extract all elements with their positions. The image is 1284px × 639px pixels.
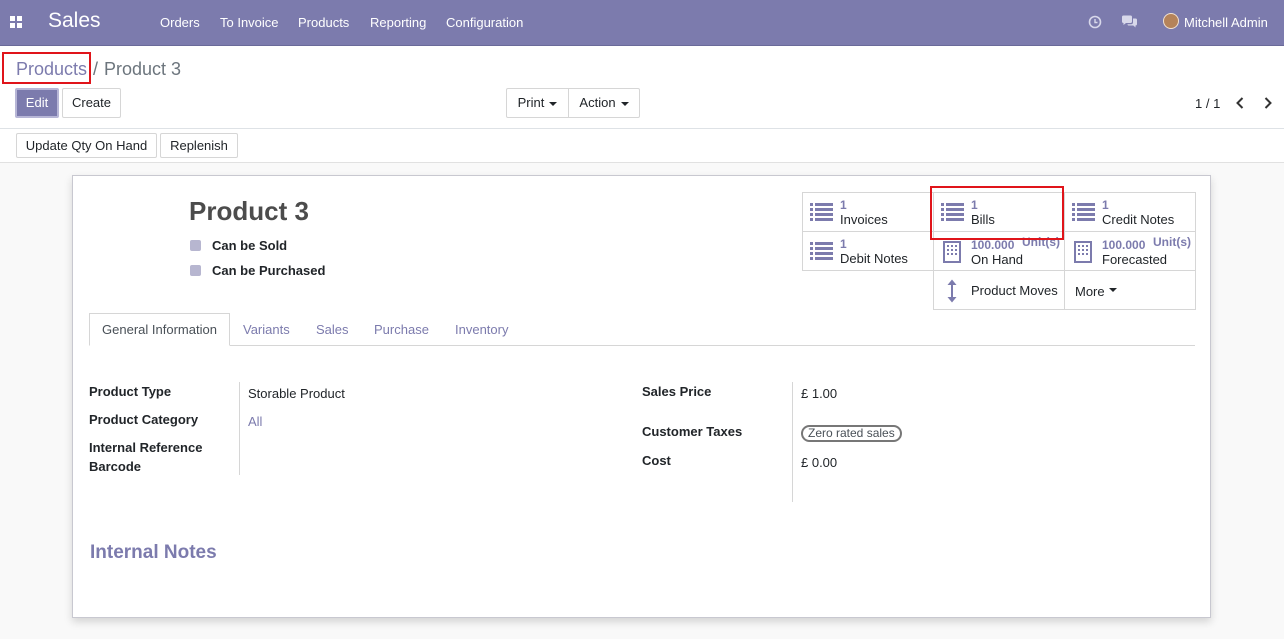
breadcrumb-separator: / [93,59,99,79]
can-be-sold-checkbox[interactable] [190,240,201,251]
forecasted-unit: Unit(s) [1153,235,1191,249]
field-separator [792,382,793,502]
product-type-value[interactable]: Storable Product [248,386,345,401]
credit-notes-count: 1 [1102,198,1109,212]
can-be-sold-label: Can be Sold [212,238,288,253]
cost-label: Cost [642,453,671,468]
caret-down-icon [620,101,629,106]
on-hand-label: On Hand [971,252,1024,267]
caret-down-icon [549,101,558,106]
replenish-button[interactable]: Replenish [160,133,238,158]
invoices-count: 1 [840,198,847,212]
pager-value[interactable]: 1 / 1 [1195,96,1220,111]
more-smart-button[interactable]: More [1064,270,1196,310]
tab-purchase[interactable]: Purchase [374,322,429,337]
can-be-purchased-checkbox[interactable] [190,265,201,276]
activity-clock-icon[interactable] [1088,15,1102,29]
product-moves-smart-button[interactable]: Product Moves [933,270,1065,310]
app-name[interactable]: Sales [48,9,101,33]
header-divider [0,128,1284,129]
vertical-arrows-icon [947,279,957,303]
invoices-smart-button[interactable]: 1 Invoices [802,192,934,232]
highlight-box-products [2,52,91,84]
list-icon [810,203,833,221]
menu-products[interactable]: Products [298,15,349,30]
invoices-label: Invoices [840,212,888,227]
tab-inventory[interactable]: Inventory [455,322,508,337]
apps-menu-icon[interactable] [10,16,22,28]
action-label: Action [579,95,616,110]
customer-taxes-label: Customer Taxes [642,424,743,439]
user-avatar[interactable] [1163,13,1179,29]
internal-reference-label: Internal Reference [89,440,203,455]
product-category-label: Product Category [89,412,199,427]
sales-price-label: Sales Price [642,384,712,399]
tab-variants[interactable]: Variants [243,322,290,337]
print-dropdown-button[interactable]: Print [506,88,569,118]
debit-notes-smart-button[interactable]: 1 Debit Notes [802,231,934,271]
edit-button[interactable]: Edit [15,88,59,118]
menu-configuration[interactable]: Configuration [446,15,523,30]
product-category-link[interactable]: All [248,414,262,429]
user-menu[interactable]: Mitchell Admin [1184,15,1268,30]
action-dropdown-button[interactable]: Action [568,88,640,118]
menu-to-invoice[interactable]: To Invoice [220,15,279,30]
customer-tax-tag[interactable]: Zero rated sales [801,425,902,442]
credit-notes-smart-button[interactable]: 1 Credit Notes [1064,192,1196,232]
product-name[interactable]: Product 3 [189,196,309,227]
print-label: Print [517,95,545,110]
menu-orders[interactable]: Orders [160,15,200,30]
debit-notes-count: 1 [840,237,847,251]
forecasted-smart-button[interactable]: 100.000 Unit(s) Forecasted [1064,231,1196,271]
product-moves-label: Product Moves [971,283,1058,298]
highlight-box-bills [930,186,1064,240]
can-be-purchased-label: Can be Purchased [212,263,326,278]
field-separator [239,382,240,475]
barcode-label: Barcode [89,459,142,474]
more-label: More [1075,284,1105,299]
credit-notes-label: Credit Notes [1102,212,1175,227]
pager-previous-icon[interactable] [1235,97,1245,109]
forecasted-label: Forecasted [1102,252,1168,267]
building-icon [943,241,961,263]
pager-next-icon[interactable] [1263,97,1273,109]
sales-price-value[interactable]: £ 1.00 [801,386,837,401]
building-icon [1074,241,1092,263]
product-type-label: Product Type [89,384,172,399]
caret-down-icon [1109,288,1117,292]
on-hand-value: 100.000 [971,238,1015,252]
tab-sales[interactable]: Sales [316,322,349,337]
internal-notes-heading: Internal Notes [90,542,217,563]
create-button[interactable]: Create [62,88,121,118]
debit-notes-label: Debit Notes [840,251,908,266]
chat-icon[interactable] [1121,15,1138,29]
menu-reporting[interactable]: Reporting [370,15,426,30]
list-icon [810,242,833,260]
tab-general-information[interactable]: General Information [89,313,230,346]
breadcrumb-current: Product 3 [104,59,182,79]
list-icon [1072,203,1095,221]
tabs-divider [89,345,1195,346]
update-qty-on-hand-button[interactable]: Update Qty On Hand [16,133,157,158]
forecasted-value: 100.000 [1102,238,1146,252]
cost-value[interactable]: £ 0.00 [801,455,837,470]
